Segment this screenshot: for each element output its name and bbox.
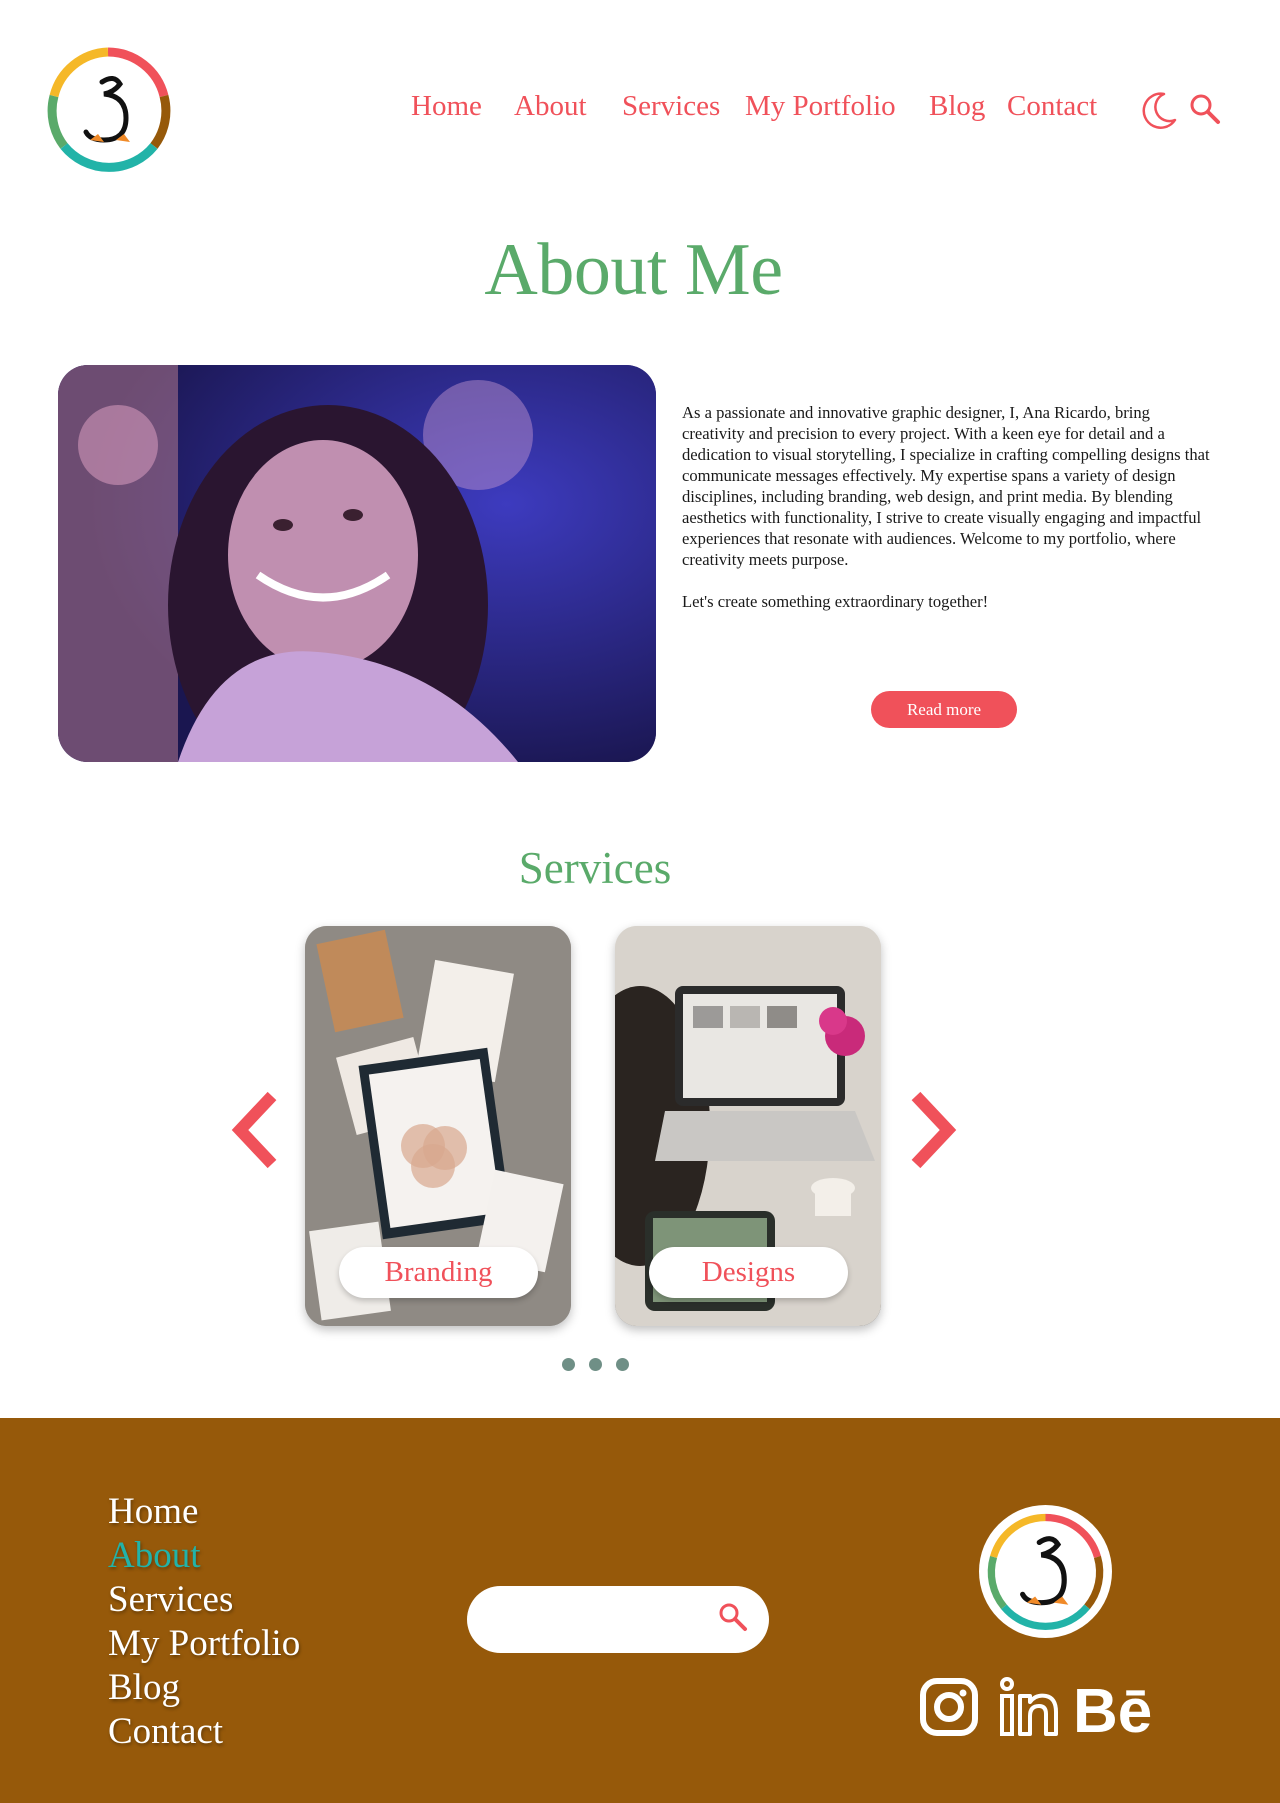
carousel-dot-2[interactable] — [589, 1358, 602, 1371]
nav-about[interactable]: About — [514, 90, 587, 123]
nav-my-portfolio[interactable]: My Portfolio — [745, 90, 896, 123]
read-more-button[interactable]: Read more — [871, 691, 1017, 728]
profile-photo — [58, 365, 656, 762]
footer-nav-blog[interactable]: Blog — [108, 1666, 300, 1710]
carousel-dot-1[interactable] — [562, 1358, 575, 1371]
branding-label: Branding — [339, 1247, 538, 1298]
footer-nav: Home About Services My Portfolio Blog Co… — [108, 1490, 300, 1754]
instagram-icon[interactable] — [920, 1676, 978, 1738]
search-icon[interactable] — [1188, 92, 1222, 126]
search-icon[interactable] — [718, 1602, 748, 1632]
footer-nav-contact[interactable]: Contact — [108, 1710, 300, 1754]
nav-services[interactable]: Services — [622, 90, 720, 123]
nav-contact[interactable]: Contact — [1007, 90, 1097, 123]
footer-nav-services[interactable]: Services — [108, 1578, 300, 1622]
carousel-prev-arrow-icon[interactable] — [228, 1090, 288, 1170]
service-card-designs[interactable]: Designs — [615, 926, 881, 1326]
about-paragraph-1: As a passionate and innovative graphic d… — [682, 403, 1210, 569]
footer-logo[interactable] — [979, 1505, 1112, 1638]
logo-icon — [985, 1511, 1106, 1632]
about-description: As a passionate and innovative graphic d… — [682, 402, 1214, 633]
about-title: About Me — [484, 229, 783, 311]
footer: Home About Services My Portfolio Blog Co… — [0, 1418, 1280, 1803]
site-logo[interactable] — [44, 46, 172, 174]
about-paragraph-2: Let's create something extraordinary tog… — [682, 592, 989, 611]
nav-home[interactable]: Home — [411, 90, 482, 123]
svg-text:Bē: Bē — [1073, 1677, 1152, 1738]
carousel-next-arrow-icon[interactable] — [900, 1090, 960, 1170]
carousel-pagination — [562, 1358, 629, 1371]
logo-icon — [47, 47, 171, 172]
behance-icon[interactable]: Bē — [1073, 1676, 1179, 1746]
linkedin-icon[interactable] — [998, 1676, 1060, 1738]
carousel-dot-3[interactable] — [616, 1358, 629, 1371]
services-title: Services — [518, 843, 672, 893]
footer-nav-home[interactable]: Home — [108, 1490, 300, 1534]
service-card-branding[interactable]: Branding — [305, 926, 571, 1326]
footer-nav-about[interactable]: About — [108, 1534, 300, 1578]
designs-label: Designs — [649, 1247, 848, 1298]
moon-icon[interactable] — [1138, 90, 1178, 130]
footer-nav-my-portfolio[interactable]: My Portfolio — [108, 1622, 300, 1666]
nav-blog[interactable]: Blog — [929, 90, 985, 123]
